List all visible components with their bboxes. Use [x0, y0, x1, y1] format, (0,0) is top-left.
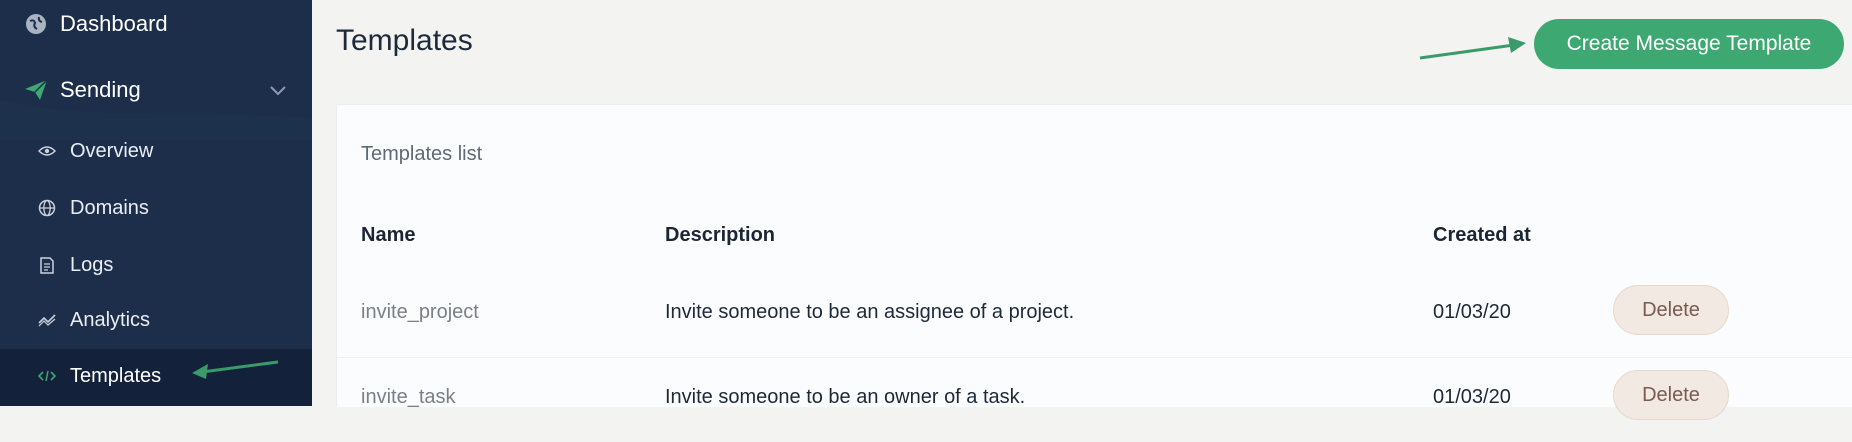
sidebar-item-label: Analytics: [70, 308, 151, 331]
template-description: Invite someone to be an assignee of a pr…: [665, 301, 1075, 323]
document-icon: [38, 256, 56, 274]
sidebar-item-analytics[interactable]: Analytics: [38, 304, 150, 336]
templates-list-card: Templates list Name Description Created …: [336, 104, 1852, 420]
chevron-down-icon[interactable]: [266, 78, 290, 102]
column-header-created-at: Created at: [1433, 224, 1531, 246]
sidebar-item-dashboard[interactable]: Dashboard: [24, 6, 168, 42]
sidebar: Dashboard Sending Overview Domains Logs …: [0, 0, 312, 406]
code-icon: [38, 367, 56, 385]
sidebar-item-sending[interactable]: Sending: [24, 72, 296, 108]
template-name: invite_project: [361, 301, 479, 323]
create-message-template-button[interactable]: Create Message Template: [1534, 19, 1844, 69]
sidebar-item-label: Logs: [70, 253, 114, 276]
sidebar-item-label: Dashboard: [60, 11, 168, 36]
card-title: Templates list: [361, 143, 483, 165]
template-created-at: 01/03/20: [1433, 301, 1511, 323]
sidebar-item-label: Domains: [70, 196, 149, 219]
table-row: invite_task Invite someone to be an owne…: [337, 357, 1852, 442]
paper-plane-icon: [24, 78, 48, 102]
sidebar-item-label: Sending: [60, 77, 141, 102]
table-row: invite_project Invite someone to be an a…: [337, 273, 1852, 357]
column-header-name: Name: [361, 224, 416, 246]
chart-icon: [38, 311, 56, 329]
globe-icon: [38, 199, 56, 217]
globe-icon: [24, 12, 48, 36]
sidebar-item-label: Overview: [70, 139, 154, 162]
sidebar-item-overview[interactable]: Overview: [38, 135, 153, 167]
annotation-arrow: [1419, 37, 1526, 60]
delete-button[interactable]: Delete: [1613, 370, 1729, 420]
sidebar-item-label: Templates: [70, 364, 162, 387]
column-header-description: Description: [665, 224, 776, 246]
delete-button[interactable]: Delete: [1613, 285, 1729, 335]
sidebar-item-templates[interactable]: Templates: [38, 360, 161, 392]
eye-icon: [38, 142, 56, 160]
sidebar-item-domains[interactable]: Domains: [38, 192, 149, 224]
sidebar-item-logs[interactable]: Logs: [38, 249, 113, 281]
page-title: Templates: [336, 24, 473, 57]
